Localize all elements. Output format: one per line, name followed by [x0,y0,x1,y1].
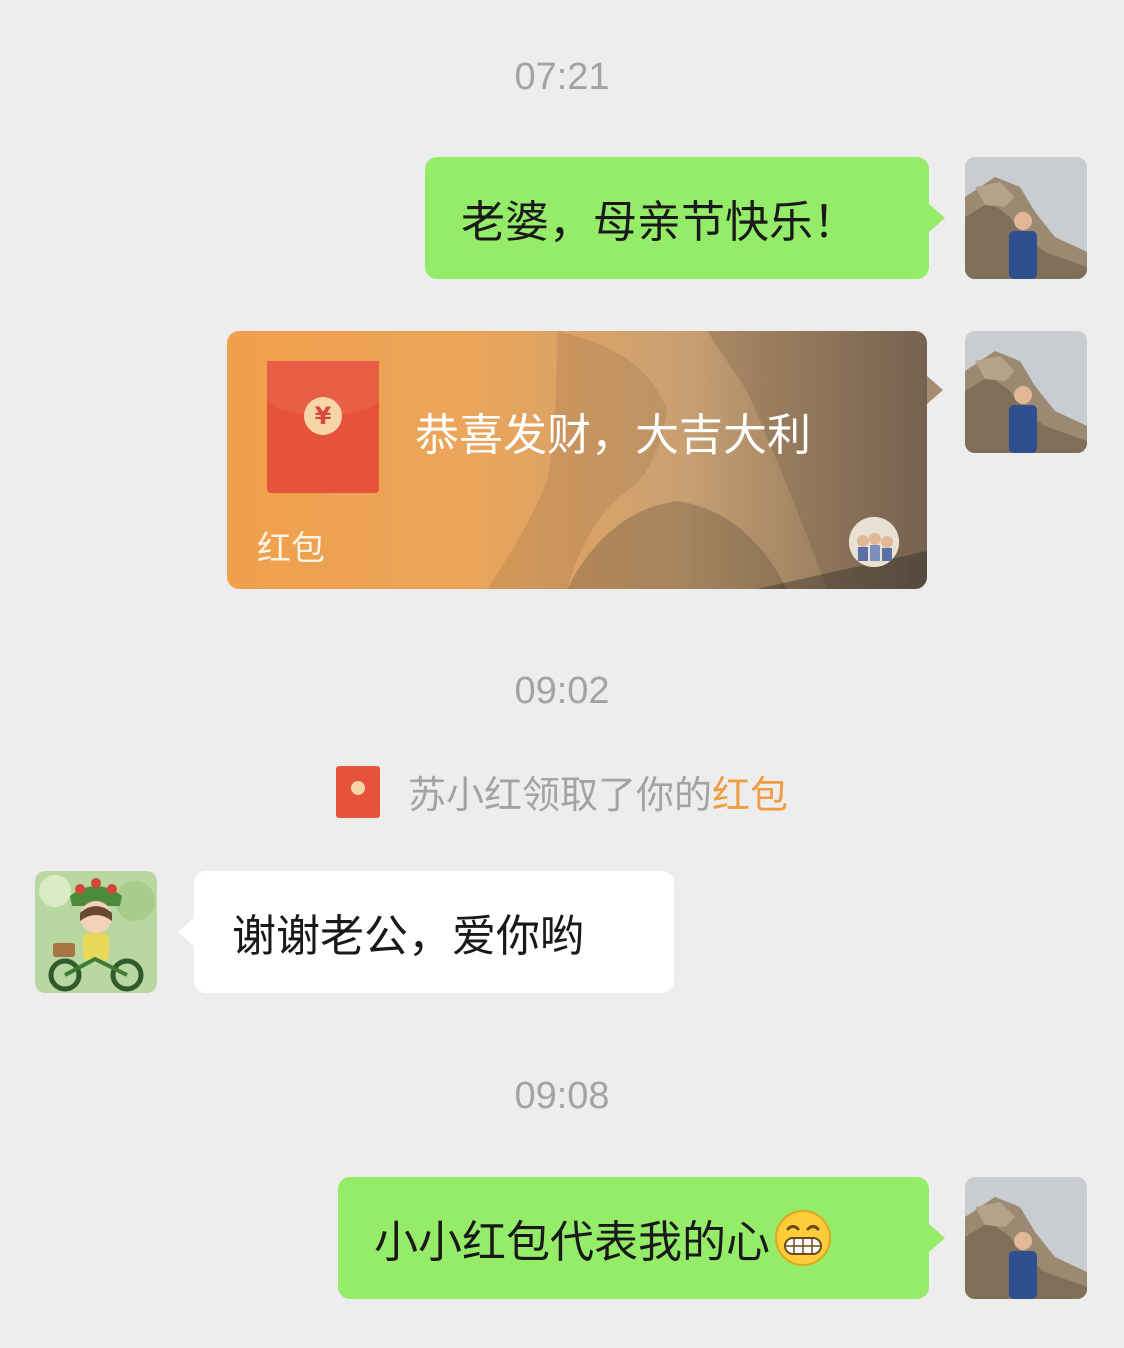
my-avatar[interactable] [965,331,1087,453]
yuan-coin-icon: ¥ [304,397,342,435]
red-packet-card[interactable]: ¥ 恭喜发财，大吉大利 红包 [227,331,927,589]
red-packet-cover-badge [849,517,899,567]
red-envelope-icon [335,765,380,818]
message-text: 谢谢老公，爱你哟 [232,911,584,962]
red-envelope-icon: ¥ [267,361,379,493]
message-bubble-incoming[interactable]: 谢谢老公，爱你哟 [194,871,674,993]
message-text: 老婆，母亲节快乐！ [461,197,857,248]
bubble-tail [927,376,943,404]
notice-red-packet-link[interactable]: 红包 [712,764,788,819]
message-bubble-outgoing[interactable]: 小小红包代表我的心 [338,1177,929,1299]
bubble-tail [929,1224,945,1252]
notice-text: 苏小红领取了你的 [407,773,712,817]
contact-avatar[interactable] [35,871,157,993]
red-packet-greeting: 恭喜发财，大吉大利 [415,410,811,461]
bubble-tail [929,204,945,232]
timestamp: 07:21 [514,56,610,98]
red-packet-label: 红包 [257,529,325,569]
message-bubble-outgoing[interactable]: 老婆，母亲节快乐！ [425,157,929,279]
bubble-tail [178,918,194,946]
my-avatar[interactable] [965,1177,1087,1299]
timestamp: 09:02 [514,670,610,712]
timestamp: 09:08 [514,1075,610,1117]
red-packet-received-notice: 苏小红领取了你的 红包 [0,764,1124,819]
my-avatar[interactable] [965,157,1087,279]
message-text: 小小红包代表我的心 [374,1217,770,1268]
grinning-face-emoji-icon [774,1209,832,1267]
